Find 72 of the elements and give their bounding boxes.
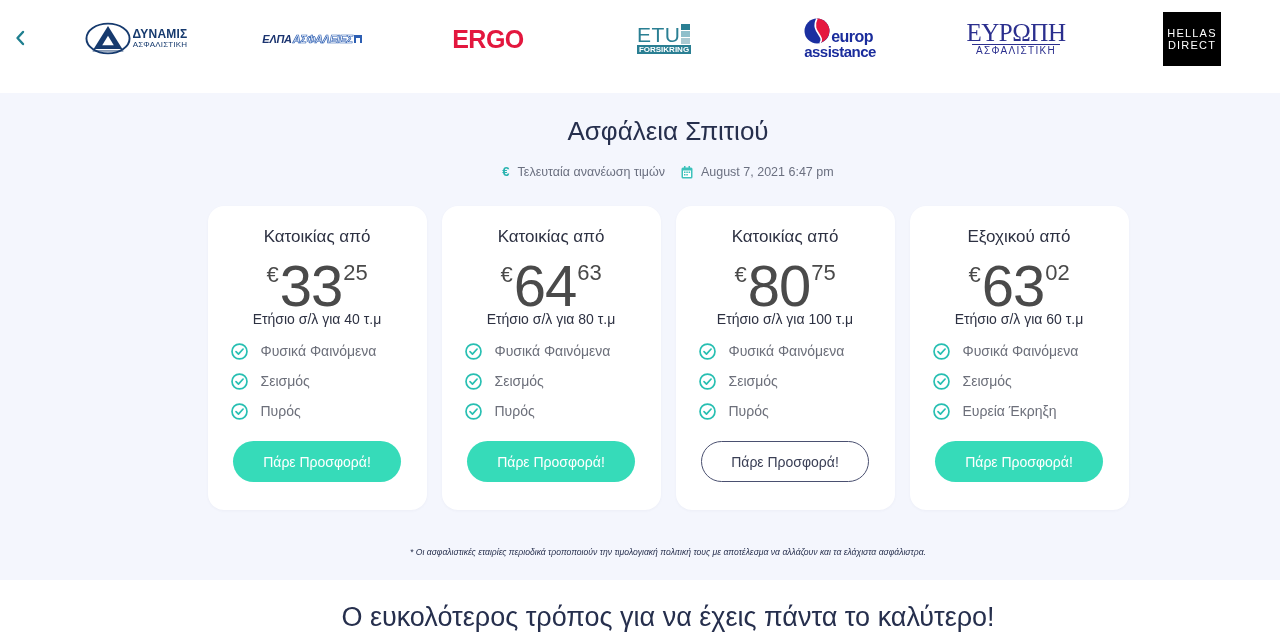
price-basis: Ετήσιο σ/λ για 60 τ.μ [954, 310, 1084, 328]
page-title: Ασφάλεια Σπιτιού [567, 115, 769, 147]
check-circle-icon [464, 372, 482, 390]
feature-label: Φυσικά Φαινόμενα [962, 343, 1079, 359]
logo-text: ΕΥΡΩΠΗ [966, 21, 1066, 44]
plan-title: Κατοικίας από [731, 226, 839, 248]
price-cents: 63 [577, 262, 602, 284]
square-mark-icon [353, 34, 362, 43]
check-circle-icon [230, 372, 248, 390]
feature-label: Σεισμός [260, 373, 310, 389]
offer-button[interactable]: Πάρε Προσφορά! [935, 441, 1103, 482]
logo-text: HELLAS [1167, 26, 1217, 39]
price-amount: 33 [279, 262, 343, 310]
feature-label: Φυσικά Φαινόμενα [494, 343, 611, 359]
check-circle-icon [698, 402, 716, 420]
update-date: August 7, 2021 6:47 pm [700, 164, 834, 180]
currency-symbol: € [500, 264, 513, 286]
logo-text: ΑΣΦΑΛΙΣΤΙΚΗ [132, 40, 188, 49]
price-basis: Ετήσιο σ/λ για 80 τ.μ [486, 310, 616, 328]
feature-label: Ευρεία Έκρηξη [962, 403, 1057, 419]
price-cents: 75 [811, 262, 836, 284]
chevron-left-icon[interactable] [15, 30, 25, 46]
logo-text: ETU [636, 23, 681, 45]
euro-icon: € [502, 164, 510, 180]
feature-label: Φυσικά Φαινόμενα [260, 343, 377, 359]
feature-label: Σεισμός [494, 373, 544, 389]
price-cents: 25 [343, 262, 368, 284]
feature-label: Σεισμός [728, 373, 778, 389]
offer-button[interactable]: Πάρε Προσφορά! [467, 441, 635, 482]
logo-text: ERGO [452, 24, 524, 53]
logo-text: ΔΥΝΑΜΙΣ [132, 28, 188, 40]
feature-label: Πυρός [494, 403, 535, 419]
logo-text: ΕΛΠΑ [262, 32, 292, 45]
squares-icon [681, 24, 691, 44]
logo-text: ΑΣΦΑΛΙΣΤΙΚΗ [972, 43, 1060, 56]
price-cents: 02 [1045, 262, 1070, 284]
plan-title: Κατοικίας από [263, 226, 371, 248]
offer-button[interactable]: Πάρε Προσφορά! [701, 441, 869, 482]
triangle-emblem-icon [84, 22, 131, 55]
check-circle-icon [464, 342, 482, 360]
price-basis: Ετήσιο σ/λ για 100 τ.μ [716, 310, 854, 328]
logo-text: FORSIKRING [636, 44, 692, 54]
feature-label: Φυσικά Φαινόμενα [728, 343, 845, 359]
feature-label: Πυρός [728, 403, 769, 419]
logo-text: assistance [804, 44, 876, 59]
currency-symbol: € [266, 264, 279, 286]
check-circle-icon [698, 342, 716, 360]
currency-symbol: € [734, 264, 747, 286]
feature-label: Πυρός [260, 403, 301, 419]
check-circle-icon [932, 372, 950, 390]
check-circle-icon [464, 402, 482, 420]
plan-title: Εξοχικού από [967, 226, 1071, 248]
check-circle-icon [230, 342, 248, 360]
price-amount: 80 [747, 262, 811, 310]
feature-label: Σεισμός [962, 373, 1012, 389]
plan-title: Κατοικίας από [497, 226, 605, 248]
price-basis: Ετήσιο σ/λ για 40 τ.μ [252, 310, 382, 328]
update-label: Τελευταία ανανέωση τιμών [517, 164, 665, 180]
calendar-icon [680, 165, 693, 179]
check-circle-icon [932, 402, 950, 420]
section-heading: Ο ευκολότερος τρόπος για να έχεις πάντα το καλύτερο! [341, 601, 995, 634]
check-circle-icon [698, 372, 716, 390]
price-amount: 63 [981, 262, 1045, 310]
currency-symbol: € [968, 264, 981, 286]
logo-text: ΑΣΦΑΛΕΙΕΣ [292, 32, 353, 45]
logo-text: DIRECT [1167, 38, 1217, 51]
check-circle-icon [932, 342, 950, 360]
offer-button[interactable]: Πάρε Προσφορά! [233, 441, 401, 482]
disclaimer-note: * Οι ασφαλιστικές εταιρίες περιοδικά τροποποιούν την τιμολογιακή πολιτική τους με αποτέλεσμα να αλλάζουν και τα ελάχιστα ασφάλιστρα. [410, 546, 926, 558]
price-amount: 64 [513, 262, 577, 310]
globe-swoosh-icon [804, 18, 831, 44]
check-circle-icon [230, 402, 248, 420]
